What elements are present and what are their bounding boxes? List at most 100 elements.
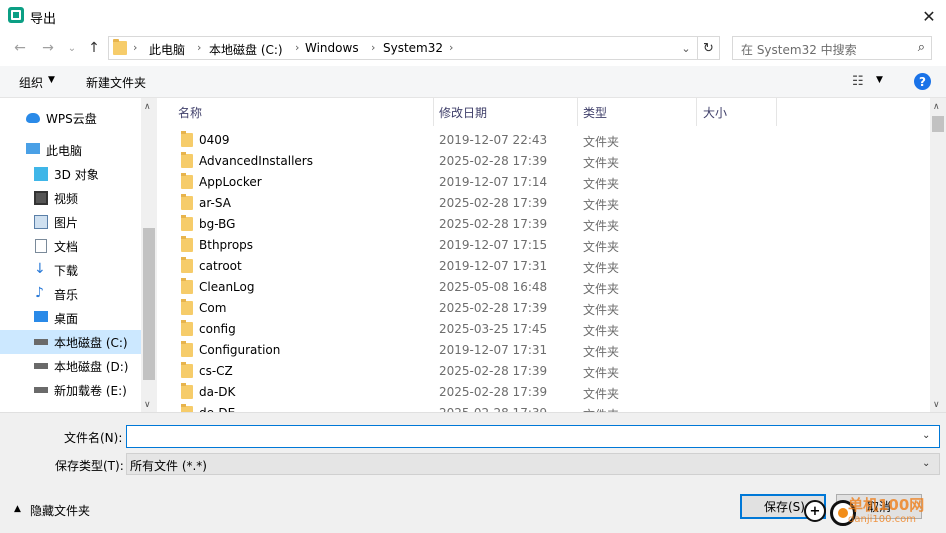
column-header-size[interactable]: 大小 [703, 104, 727, 121]
list-item[interactable]: de-DE2025-02-28 17:39文件夹 [157, 403, 930, 412]
refresh-icon[interactable]: ↻ [698, 36, 720, 60]
file-name: 0409 [199, 133, 230, 147]
recent-locations-icon[interactable]: ⌄ [62, 38, 82, 58]
file-list-scrollbar[interactable] [930, 98, 946, 412]
list-item[interactable]: Com 2025-02-28 17:39 文件夹 [157, 298, 930, 319]
list-item[interactable]: cs-CZ 2025-02-28 17:39 文件夹 [157, 361, 930, 382]
sidebar-item-drive-d[interactable]: 本地磁盘 (D:) [0, 354, 141, 378]
file-modified: 2025-02-28 17:39 [439, 196, 548, 210]
chevron-down-icon[interactable]: ⌄ [922, 458, 930, 469]
file-modified: 2019-12-07 17:31 [439, 259, 548, 273]
sidebar-item-label: 新加载卷 (E:) [54, 384, 127, 398]
chevron-down-icon[interactable]: ▼ [876, 75, 883, 85]
file-type: 文件夹 [583, 345, 620, 359]
scroll-up-icon[interactable]: ∧ [144, 102, 151, 112]
sidebar-item-videos[interactable]: 视频 [0, 186, 141, 210]
breadcrumb-system32[interactable]: System32 [383, 41, 443, 55]
scroll-down-icon[interactable]: ∨ [933, 400, 940, 410]
drive-icon [34, 387, 48, 393]
drive-c-icon [34, 339, 48, 345]
list-item[interactable]: AdvancedInstallers 2025-02-28 17:39 文件夹 [157, 151, 930, 172]
up-arrow-icon[interactable]: ↑ [84, 38, 104, 58]
breadcrumb-windows[interactable]: Windows [305, 41, 359, 55]
address-bar[interactable]: › 此电脑 › 本地磁盘 (C:) › Windows › System32 › [108, 36, 698, 60]
column-divider[interactable] [776, 98, 777, 126]
help-icon[interactable]: ? [914, 73, 931, 90]
file-modified: 2019-12-07 17:31 [439, 343, 548, 357]
back-arrow-icon[interactable]: ← [10, 38, 30, 58]
list-item[interactable]: bg-BG 2025-02-28 17:39 文件夹 [157, 214, 930, 235]
file-modified: 2025-02-28 17:39 [439, 154, 548, 168]
list-item[interactable]: Bthprops 2019-12-07 17:15 文件夹 [157, 235, 930, 256]
sidebar-item-3d-objects[interactable]: 3D 对象 [0, 162, 141, 186]
sidebar-item-downloads[interactable]: ↓ 下载 [0, 258, 141, 282]
column-divider[interactable] [577, 98, 578, 126]
breadcrumb-separator: › [449, 41, 454, 54]
breadcrumb-this-pc[interactable]: 此电脑 [149, 41, 185, 58]
new-folder-button[interactable]: 新建文件夹 [86, 74, 146, 91]
filetype-select[interactable] [126, 453, 940, 475]
file-name: config [199, 322, 236, 336]
forward-arrow-icon[interactable]: → [38, 38, 58, 58]
sort-ascending-icon: ^ [299, 98, 307, 105]
list-item[interactable]: catroot 2019-12-07 17:31 文件夹 [157, 256, 930, 277]
hide-folders-toggle[interactable]: 隐藏文件夹 [30, 502, 90, 519]
file-name: Com [199, 301, 227, 315]
folder-icon [181, 257, 193, 273]
list-item[interactable]: da-DK 2025-02-28 17:39 文件夹 [157, 382, 930, 403]
sidebar-item-label: 桌面 [54, 312, 79, 326]
sidebar-item-desktop[interactable]: 桌面 [0, 306, 141, 330]
sidebar-item-wps-cloud[interactable]: WPS云盘 [0, 106, 141, 130]
chevron-down-icon[interactable]: ▼ [48, 75, 55, 85]
list-item[interactable]: 0409 2019-12-07 22:43 文件夹 [157, 130, 930, 151]
cloud-icon [26, 113, 40, 123]
breadcrumb-separator: › [133, 41, 138, 54]
scroll-up-icon[interactable]: ∧ [933, 102, 940, 112]
sidebar-item-documents[interactable]: 文档 [0, 234, 141, 258]
picture-icon [34, 215, 48, 229]
list-item[interactable]: Configuration 2019-12-07 17:31 文件夹 [157, 340, 930, 361]
sidebar-item-label: 本地磁盘 (C:) [54, 336, 128, 350]
column-header-name[interactable]: 名称 [178, 104, 202, 121]
watermark-logo: 单机100网 [848, 496, 925, 514]
sidebar-scrollbar-thumb[interactable] [143, 228, 155, 380]
search-box[interactable]: 在 System32 中搜索 ⌕ [732, 36, 932, 60]
filename-input[interactable] [126, 425, 940, 448]
organize-menu[interactable]: 组织 [19, 74, 43, 91]
list-item[interactable]: ar-SA 2025-02-28 17:39 文件夹 [157, 193, 930, 214]
column-divider[interactable] [433, 98, 434, 126]
sidebar-item-music[interactable]: ♪ 音乐 [0, 282, 141, 306]
list-item[interactable]: AppLocker 2019-12-07 17:14 文件夹 [157, 172, 930, 193]
file-list-scrollbar-thumb[interactable] [932, 116, 944, 132]
sidebar-item-pictures[interactable]: 图片 [0, 210, 141, 234]
film-icon [34, 191, 48, 205]
chevron-down-icon[interactable]: ⌄ [922, 430, 930, 441]
command-toolbar: 组织 ▼ 新建文件夹 ☷ ▼ [0, 66, 946, 98]
column-divider[interactable] [696, 98, 697, 126]
folder-icon [181, 236, 193, 252]
folder-icon [113, 39, 127, 55]
file-type: 文件夹 [583, 261, 620, 275]
close-button[interactable]: ✕ [912, 0, 946, 32]
view-options-icon[interactable]: ☷ [852, 74, 864, 89]
column-header-type[interactable]: 类型 [583, 104, 607, 121]
file-name: Bthprops [199, 238, 254, 252]
column-header-modified[interactable]: 修改日期 [439, 104, 487, 121]
folder-icon [181, 215, 193, 231]
breadcrumb-drive-c[interactable]: 本地磁盘 (C:) [209, 41, 283, 58]
address-dropdown-icon[interactable]: ⌄ [676, 38, 696, 58]
search-icon[interactable]: ⌕ [918, 40, 925, 55]
file-modified: 2019-12-07 22:43 [439, 133, 548, 147]
chevron-up-icon[interactable]: ▲ [14, 504, 21, 514]
folder-icon [181, 320, 193, 336]
list-item[interactable]: CleanLog 2025-05-08 16:48 文件夹 [157, 277, 930, 298]
sidebar-item-drive-c[interactable]: 本地磁盘 (C:) [0, 330, 141, 354]
list-item[interactable]: config 2025-03-25 17:45 文件夹 [157, 319, 930, 340]
sidebar-item-this-pc[interactable]: 此电脑 [0, 138, 141, 162]
file-modified: 2019-12-07 17:14 [439, 175, 548, 189]
filetype-value: 所有文件 (*.*) [130, 459, 207, 473]
scroll-down-icon[interactable]: ∨ [144, 400, 151, 410]
search-placeholder: 在 System32 中搜索 [741, 43, 857, 57]
sidebar-item-label: 下载 [54, 264, 79, 278]
sidebar-item-drive-e[interactable]: 新加载卷 (E:) [0, 378, 141, 402]
